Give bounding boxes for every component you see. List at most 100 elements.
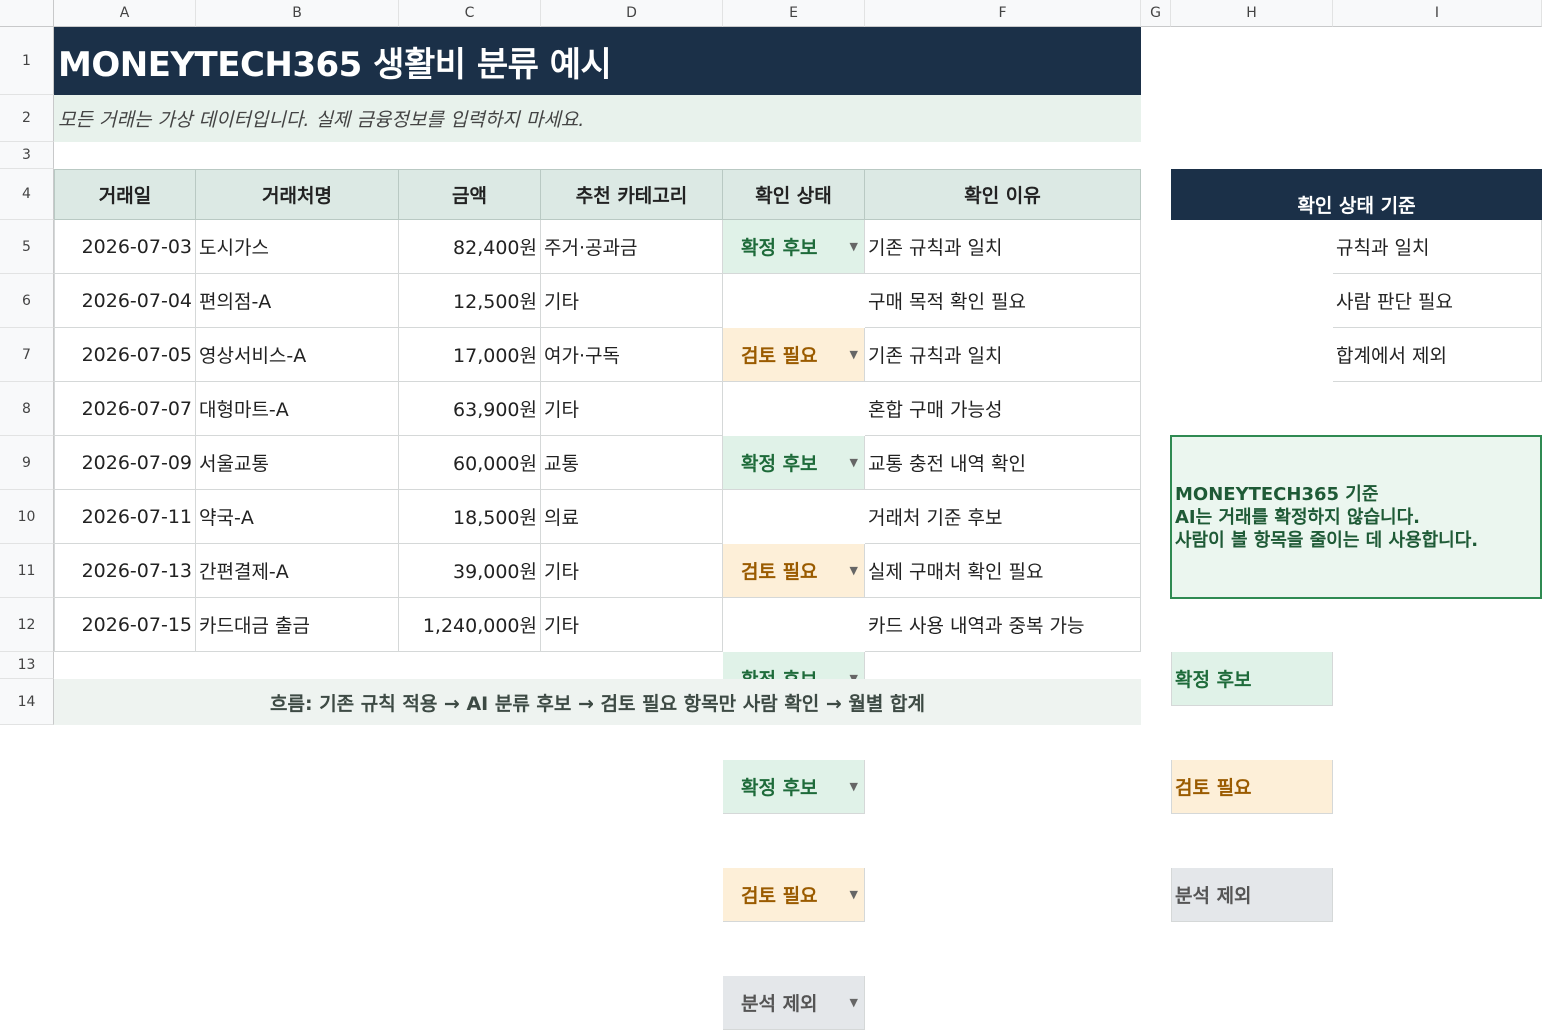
cell-merchant[interactable]: 약국-A [196, 490, 399, 544]
cell-reason[interactable]: 기존 규칙과 일치 [865, 220, 1141, 274]
cell-date[interactable]: 2026-07-03 [54, 220, 196, 274]
dropdown-arrow-icon[interactable]: ▼ [850, 996, 858, 1009]
legend-desc-confirmed[interactable]: 규칙과 일치 [1333, 220, 1542, 274]
cell-reason[interactable]: 카드 사용 내역과 중복 가능 [865, 598, 1141, 652]
header-merchant[interactable]: 거래처명 [196, 169, 399, 220]
legend-desc-review[interactable]: 사람 판단 필요 [1333, 274, 1542, 328]
cell-date[interactable]: 2026-07-13 [54, 544, 196, 598]
legend-title[interactable]: 확인 상태 기준 [1171, 169, 1542, 220]
cell-amount[interactable]: 1,240,000원 [399, 598, 541, 652]
cell-category[interactable]: 여가·구독 [541, 328, 723, 382]
cell-status[interactable]: 검토 필요 ▼ [723, 544, 865, 598]
cell-reason-text: 기존 규칙과 일치 [868, 345, 1003, 367]
row-header-7[interactable]: 7 [0, 328, 54, 382]
row-header-1[interactable]: 1 [0, 27, 54, 95]
dropdown-arrow-icon[interactable]: ▼ [850, 888, 858, 901]
cell-status[interactable]: 확정 후보 ▼ [723, 436, 865, 490]
cell-amount[interactable]: 60,000원 [399, 436, 541, 490]
header-date[interactable]: 거래일 [54, 169, 196, 220]
column-header-h[interactable]: H [1171, 0, 1333, 27]
cell-category[interactable]: 의료 [541, 490, 723, 544]
cell-status[interactable]: 검토 필요 ▼ [723, 328, 865, 382]
cell-merchant-text: 서울교통 [199, 453, 269, 475]
column-header-c[interactable]: C [399, 0, 541, 27]
dropdown-arrow-icon[interactable]: ▼ [850, 240, 858, 253]
cell-date[interactable]: 2026-07-15 [54, 598, 196, 652]
column-header-f[interactable]: F [865, 0, 1141, 27]
cell-merchant[interactable]: 영상서비스-A [196, 328, 399, 382]
cell-date[interactable]: 2026-07-11 [54, 490, 196, 544]
row-header-10[interactable]: 10 [0, 490, 54, 544]
cell-reason[interactable]: 구매 목적 확인 필요 [865, 274, 1141, 328]
dropdown-arrow-icon[interactable]: ▼ [850, 348, 858, 361]
cell-reason[interactable]: 교통 충전 내역 확인 [865, 436, 1141, 490]
cell-amount[interactable]: 18,500원 [399, 490, 541, 544]
dropdown-arrow-icon[interactable]: ▼ [850, 564, 858, 577]
column-header-e[interactable]: E [723, 0, 865, 27]
cell-amount[interactable]: 82,400원 [399, 220, 541, 274]
cell-reason[interactable]: 거래처 기준 후보 [865, 490, 1141, 544]
cell-date[interactable]: 2026-07-05 [54, 328, 196, 382]
cell-amount[interactable]: 63,900원 [399, 382, 541, 436]
legend-status-review[interactable]: 검토 필요 [1171, 760, 1333, 814]
row-header-14[interactable]: 14 [0, 679, 54, 725]
row-header-2[interactable]: 2 [0, 95, 54, 142]
cell-status[interactable]: 분석 제외 ▼ [723, 976, 865, 1030]
column-header-g[interactable]: G [1141, 0, 1171, 27]
row-header-9[interactable]: 9 [0, 436, 54, 490]
cell-merchant-text: 간편결제-A [199, 561, 289, 583]
cell-category[interactable]: 주거·공과금 [541, 220, 723, 274]
row-header-13[interactable]: 13 [0, 652, 54, 679]
header-amount[interactable]: 금액 [399, 169, 541, 220]
cell-amount[interactable]: 17,000원 [399, 328, 541, 382]
cell-reason[interactable]: 혼합 구매 가능성 [865, 382, 1141, 436]
row-header-11[interactable]: 11 [0, 544, 54, 598]
column-header-b[interactable]: B [196, 0, 399, 27]
sheet-title[interactable]: MONEYTECH365 생활비 분류 예시 [54, 27, 1141, 95]
dropdown-arrow-icon[interactable]: ▼ [850, 456, 858, 469]
cell-status[interactable]: 확정 후보 ▼ [723, 220, 865, 274]
cell-category[interactable]: 기타 [541, 544, 723, 598]
policy-note-box[interactable]: MONEYTECH365 기준 AI는 거래를 확정하지 않습니다. 사람이 볼… [1170, 435, 1542, 599]
column-header-a[interactable]: A [54, 0, 196, 27]
row-header-6[interactable]: 6 [0, 274, 54, 328]
row-header-3[interactable]: 3 [0, 142, 54, 169]
cell-reason[interactable]: 실제 구매처 확인 필요 [865, 544, 1141, 598]
cell-merchant[interactable]: 서울교통 [196, 436, 399, 490]
legend-status-excluded[interactable]: 분석 제외 [1171, 868, 1333, 922]
cell-category[interactable]: 기타 [541, 382, 723, 436]
cell-merchant[interactable]: 대형마트-A [196, 382, 399, 436]
cell-date[interactable]: 2026-07-04 [54, 274, 196, 328]
cell-category[interactable]: 기타 [541, 274, 723, 328]
cell-status-text: 확정 후보 [741, 237, 818, 259]
cell-reason[interactable]: 기존 규칙과 일치 [865, 328, 1141, 382]
header-category[interactable]: 추천 카테고리 [541, 169, 723, 220]
process-flow-text[interactable]: 흐름: 기존 규칙 적용 → AI 분류 후보 → 검토 필요 항목만 사람 확… [54, 679, 1141, 725]
row-header-12[interactable]: 12 [0, 598, 54, 652]
cell-category-text: 기타 [544, 399, 579, 421]
legend-status-confirmed[interactable]: 확정 후보 [1171, 652, 1333, 706]
cell-status[interactable]: 검토 필요 ▼ [723, 868, 865, 922]
cell-merchant[interactable]: 카드대금 출금 [196, 598, 399, 652]
row-header-4[interactable]: 4 [0, 169, 54, 220]
cell-merchant[interactable]: 간편결제-A [196, 544, 399, 598]
select-all-corner[interactable] [0, 0, 54, 27]
cell-date[interactable]: 2026-07-07 [54, 382, 196, 436]
header-reason[interactable]: 확인 이유 [865, 169, 1141, 220]
header-status[interactable]: 확인 상태 [723, 169, 865, 220]
column-header-i[interactable]: I [1333, 0, 1542, 27]
legend-desc-excluded[interactable]: 합계에서 제외 [1333, 328, 1542, 382]
row-header-8[interactable]: 8 [0, 382, 54, 436]
cell-category[interactable]: 기타 [541, 598, 723, 652]
cell-amount[interactable]: 39,000원 [399, 544, 541, 598]
row-header-5[interactable]: 5 [0, 220, 54, 274]
cell-merchant[interactable]: 도시가스 [196, 220, 399, 274]
sheet-subtitle[interactable]: 모든 거래는 가상 데이터입니다. 실제 금융정보를 입력하지 마세요. [54, 95, 1141, 142]
cell-status[interactable]: 확정 후보 ▼ [723, 760, 865, 814]
dropdown-arrow-icon[interactable]: ▼ [850, 780, 858, 793]
cell-merchant[interactable]: 편의점-A [196, 274, 399, 328]
cell-category[interactable]: 교통 [541, 436, 723, 490]
cell-amount[interactable]: 12,500원 [399, 274, 541, 328]
column-header-d[interactable]: D [541, 0, 723, 27]
cell-date[interactable]: 2026-07-09 [54, 436, 196, 490]
